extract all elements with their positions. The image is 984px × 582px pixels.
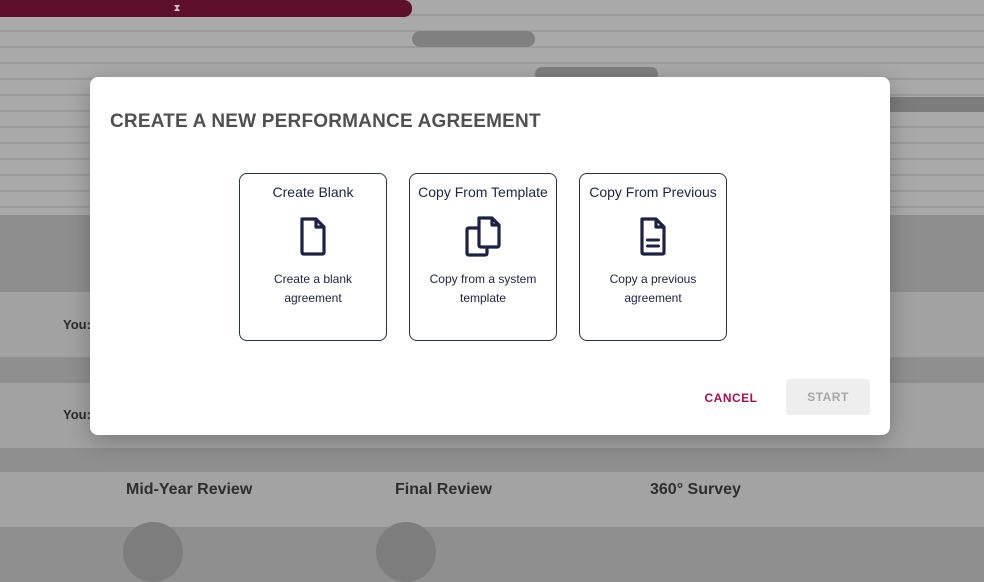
option-title: Create Blank: [272, 184, 354, 200]
progress-bar: ⧗: [0, 0, 412, 17]
section-mid-year-review: Mid-Year Review: [126, 481, 253, 498]
copy-documents-icon: [465, 216, 501, 257]
text-document-icon: [640, 217, 666, 256]
option-copy-from-template[interactable]: Copy From Template Copy from a system te…: [409, 173, 557, 341]
dialog-title: CREATE A NEW PERFORMANCE AGREEMENT: [110, 111, 541, 132]
option-description: Copy a previous agreement: [609, 272, 697, 305]
hourglass-icon: ⧗: [173, 3, 181, 14]
cancel-button[interactable]: CANCEL: [694, 380, 768, 416]
option-description: Create a blank agreement: [273, 272, 353, 305]
progress-circle: [376, 522, 436, 582]
you-label: You:: [63, 317, 91, 332]
option-title: Copy From Previous: [589, 184, 717, 200]
create-agreement-dialog: CREATE A NEW PERFORMANCE AGREEMENT Creat…: [90, 77, 890, 435]
section-360-survey: 360° Survey: [650, 481, 741, 498]
option-title: Copy From Template: [418, 184, 548, 200]
background-pill: [412, 31, 535, 47]
section-final-review: Final Review: [395, 481, 492, 498]
background-bar: [888, 97, 984, 112]
you-label: You:: [63, 407, 91, 422]
blank-document-icon: [300, 217, 326, 256]
start-button[interactable]: START: [786, 379, 870, 415]
progress-circle: [123, 522, 183, 582]
option-copy-from-previous[interactable]: Copy From Previous Copy a previous agree…: [579, 173, 727, 341]
option-create-blank[interactable]: Create Blank Create a blank agreement: [239, 173, 387, 341]
option-description: Copy from a system template: [429, 272, 537, 305]
